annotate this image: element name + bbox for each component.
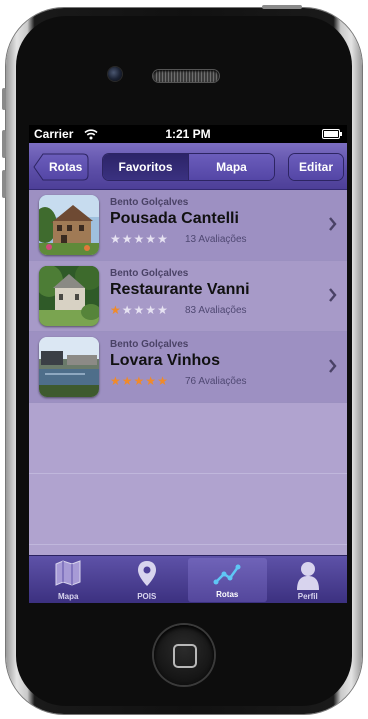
tab-mapa[interactable]: Mapa <box>29 556 108 603</box>
map-icon <box>55 560 81 586</box>
place-city: Bento Golçalves <box>110 339 189 350</box>
star-rating: ★★★★★ <box>110 303 169 317</box>
pin-icon <box>137 561 156 586</box>
earpiece-speaker <box>153 70 219 82</box>
segmented-control: Favoritos Mapa <box>103 154 274 180</box>
place-thumbnail <box>39 195 99 255</box>
star-icon: ★ <box>145 232 158 246</box>
favorites-list: Bento Golçalves Pousada Cantelli ★★★★★ 1… <box>29 190 347 545</box>
star-icon: ★ <box>157 232 169 246</box>
chevron-right-icon <box>329 359 337 373</box>
battery-icon <box>322 129 342 139</box>
mute-switch <box>2 88 6 110</box>
tab-pois[interactable]: POIS <box>108 556 187 603</box>
tab-label: Rotas <box>216 590 239 599</box>
place-name: Lovara Vinhos <box>110 352 220 369</box>
segment-favoritos[interactable]: Favoritos <box>103 154 188 180</box>
star-icon: ★ <box>133 303 146 317</box>
tab-label: POIS <box>137 592 157 601</box>
star-icon: ★ <box>121 232 134 246</box>
volume-down-button <box>2 170 6 198</box>
tab-bar: Mapa POIS Rotas Perfil <box>29 555 347 603</box>
star-icon: ★ <box>157 374 169 388</box>
star-icon: ★ <box>145 303 158 317</box>
edit-button[interactable]: Editar <box>289 154 343 180</box>
tab-perfil[interactable]: Perfil <box>269 556 348 603</box>
place-name: Pousada Cantelli <box>110 210 239 227</box>
star-icon: ★ <box>110 232 122 246</box>
back-button-label: Rotas <box>49 160 83 174</box>
list-item[interactable]: Bento Golçalves Restaurante Vanni ★★★★★ … <box>29 261 347 332</box>
home-button[interactable] <box>154 625 214 685</box>
star-icon: ★ <box>121 303 134 317</box>
star-icon: ★ <box>133 232 146 246</box>
place-city: Bento Golçalves <box>110 197 189 208</box>
front-camera <box>108 67 122 81</box>
app-screen: Carrier 1:21 PM Rotas Favoritos Mapa Edi… <box>29 125 347 603</box>
star-icon: ★ <box>110 374 122 388</box>
route-icon <box>213 564 241 585</box>
list-item[interactable]: Bento Golçalves Pousada Cantelli ★★★★★ 1… <box>29 190 347 261</box>
place-thumbnail <box>39 266 99 326</box>
star-rating: ★★★★★ <box>110 232 169 246</box>
review-count: 76 Avaliações <box>185 376 247 387</box>
volume-up-button <box>2 130 6 158</box>
status-bar: Carrier 1:21 PM <box>29 125 347 143</box>
tab-rotas[interactable]: Rotas <box>188 558 267 602</box>
tab-label: Mapa <box>58 592 79 601</box>
star-icon: ★ <box>133 374 146 388</box>
empty-list-row <box>29 474 347 545</box>
place-name: Restaurante Vanni <box>110 281 250 298</box>
segment-mapa[interactable]: Mapa <box>188 154 274 180</box>
star-icon: ★ <box>145 374 158 388</box>
star-icon: ★ <box>110 303 122 317</box>
back-button[interactable]: Rotas <box>33 153 89 181</box>
star-icon: ★ <box>157 303 169 317</box>
place-city: Bento Golçalves <box>110 268 189 279</box>
empty-list-row <box>29 403 347 474</box>
navigation-bar: Rotas Favoritos Mapa Editar <box>29 143 347 190</box>
person-icon <box>296 562 319 590</box>
chevron-right-icon <box>329 288 337 302</box>
review-count: 83 Avaliações <box>185 305 247 316</box>
tab-label: Perfil <box>297 592 318 601</box>
star-icon: ★ <box>121 374 134 388</box>
star-rating: ★★★★★ <box>110 374 169 388</box>
list-item[interactable]: Bento Golçalves Lovara Vinhos ★★★★★ 76 A… <box>29 332 347 403</box>
home-square-icon <box>173 644 197 668</box>
chevron-right-icon <box>329 217 337 231</box>
sleep-button <box>262 5 302 9</box>
review-count: 13 Avaliações <box>185 234 247 245</box>
status-time: 1:21 PM <box>165 127 211 141</box>
place-thumbnail <box>39 337 99 397</box>
